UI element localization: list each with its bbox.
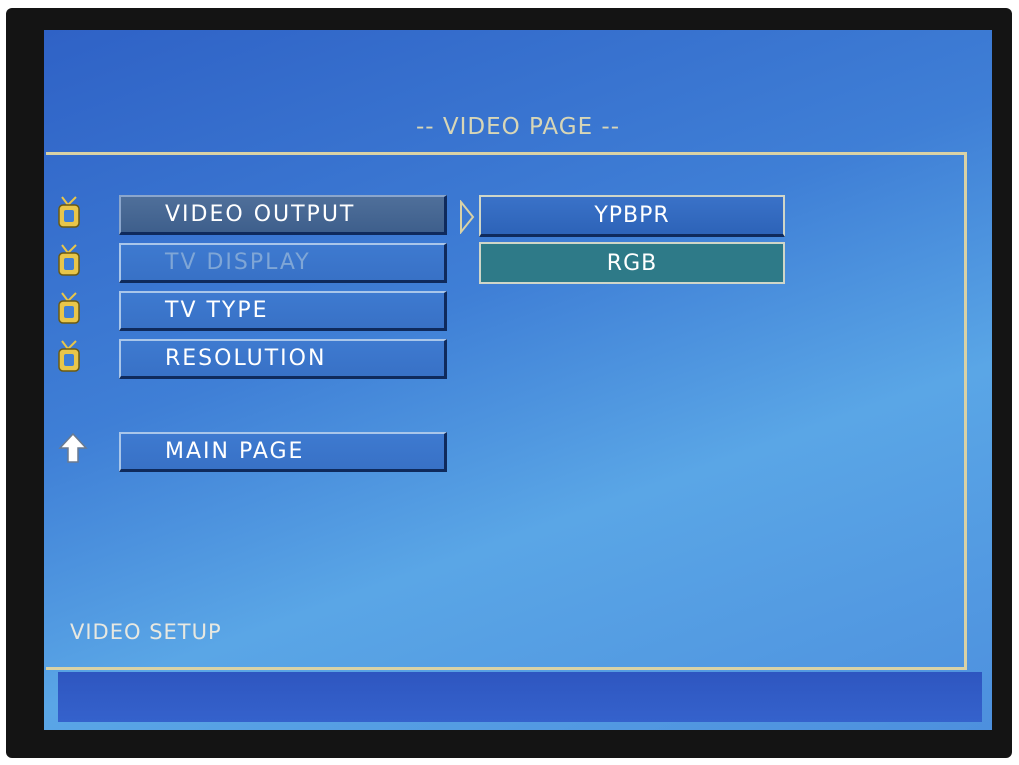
menu-item-label: RESOLUTION [165, 346, 327, 371]
menu-item-resolution[interactable]: RESOLUTION [119, 339, 447, 379]
menu-item-label: TV DISPLAY [165, 250, 311, 275]
menu-item-tv-type[interactable]: TV TYPE [119, 291, 447, 331]
footer-status: VIDEO SETUP [70, 620, 222, 644]
title-bar: -- VIDEO PAGE -- [44, 102, 992, 152]
tv-bezel: -- VIDEO PAGE -- VIDEO OUTPUT TV DISPLAY… [6, 8, 1012, 758]
menu-item-tv-display[interactable]: TV DISPLAY [119, 243, 447, 283]
osd-screen: -- VIDEO PAGE -- VIDEO OUTPUT TV DISPLAY… [44, 30, 992, 730]
menu-item-label: VIDEO OUTPUT [165, 202, 356, 227]
menu-item-video-output[interactable]: VIDEO OUTPUT [119, 195, 447, 235]
tv-icon [58, 244, 80, 276]
option-label: YPBPR [594, 203, 670, 228]
option-rgb[interactable]: RGB [479, 242, 785, 284]
page-title: -- VIDEO PAGE -- [415, 114, 621, 140]
main-page-label: MAIN PAGE [165, 439, 305, 464]
tv-icon [58, 196, 80, 228]
up-arrow-icon [58, 432, 88, 463]
tv-icon [58, 292, 80, 324]
main-page-button[interactable]: MAIN PAGE [119, 432, 447, 472]
menu-item-label: TV TYPE [165, 298, 269, 323]
bottom-strip [58, 672, 982, 722]
option-label: RGB [606, 250, 658, 276]
chevron-right-icon [460, 200, 475, 234]
option-ypbpr[interactable]: YPBPR [479, 195, 785, 237]
tv-icon [58, 340, 80, 372]
